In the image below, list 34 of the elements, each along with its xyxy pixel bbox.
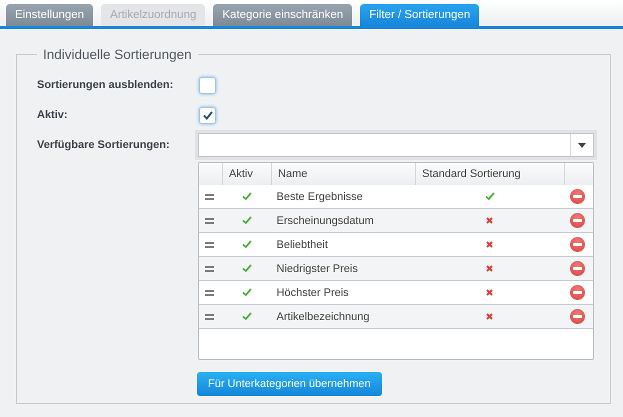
field-label: Aktiv: — [37, 109, 69, 121]
table-cell: Artikelbezeichnung — [276, 310, 370, 322]
drag-handle-icon — [205, 194, 214, 200]
table-cell: Erscheinungsdatum — [276, 214, 374, 226]
table-cell: Höchster Preis — [276, 286, 349, 298]
remove-button[interactable] — [570, 213, 585, 228]
drag-handle-icon — [205, 290, 214, 296]
table-cell: Niedrigster Preis — [276, 262, 358, 274]
field-label: Sortierungen ausblenden: — [37, 79, 174, 91]
tab[interactable]: Kategorie einschränken — [213, 4, 352, 26]
checkbox[interactable] — [199, 106, 216, 124]
tab[interactable]: Filter / Sortierungen — [360, 4, 480, 26]
remove-button[interactable] — [570, 285, 585, 300]
column-header: Name — [272, 163, 416, 185]
field-label: Verfügbare Sortierungen: — [37, 139, 171, 151]
column-header: Standard Sortierung — [416, 163, 564, 185]
dropdown-field[interactable] — [198, 133, 594, 157]
table-cell: Beliebtheit — [276, 238, 328, 250]
check-icon — [202, 110, 212, 120]
drag-handle-icon — [205, 314, 214, 320]
caret-icon — [578, 142, 586, 148]
checkbox[interactable] — [199, 76, 216, 94]
remove-button[interactable] — [570, 237, 585, 252]
fieldset-legend: Individuelle Sortierungen — [37, 47, 198, 62]
remove-button[interactable] — [570, 261, 585, 276]
apply-button[interactable]: Für Unterkategorien übernehmen — [197, 372, 382, 396]
remove-button[interactable] — [570, 309, 585, 324]
tab[interactable]: Einstellungen — [6, 4, 94, 26]
column-header: Aktiv — [222, 163, 272, 185]
remove-button[interactable] — [570, 189, 585, 204]
drag-handle-icon — [205, 242, 214, 248]
table-cell: Beste Ergebnisse — [276, 190, 363, 202]
drag-handle-icon — [205, 266, 214, 272]
drag-handle-icon — [205, 218, 214, 224]
